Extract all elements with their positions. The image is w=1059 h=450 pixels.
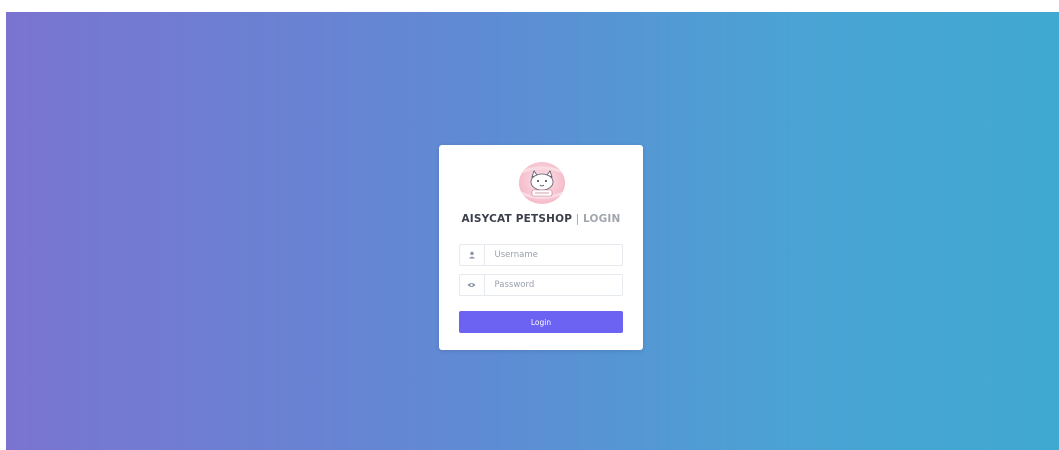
username-input[interactable] [494,246,622,264]
title-separator: | [575,213,580,225]
username-field[interactable] [459,244,623,266]
login-background: AISYCAT PETSHOP | LOGIN Login [6,12,1059,450]
login-button[interactable]: Login [459,311,623,333]
login-subtitle: LOGIN [582,213,621,225]
login-card: AISYCAT PETSHOP | LOGIN Login [439,145,643,350]
top-border [0,0,1059,12]
password-input[interactable] [494,276,622,294]
login-title: AISYCAT PETSHOP | LOGIN [439,213,643,225]
brand-name: AISYCAT PETSHOP [461,213,573,225]
cat-logo [519,162,565,204]
eye-icon [460,275,485,295]
password-field[interactable] [459,274,623,296]
user-icon [460,245,485,265]
